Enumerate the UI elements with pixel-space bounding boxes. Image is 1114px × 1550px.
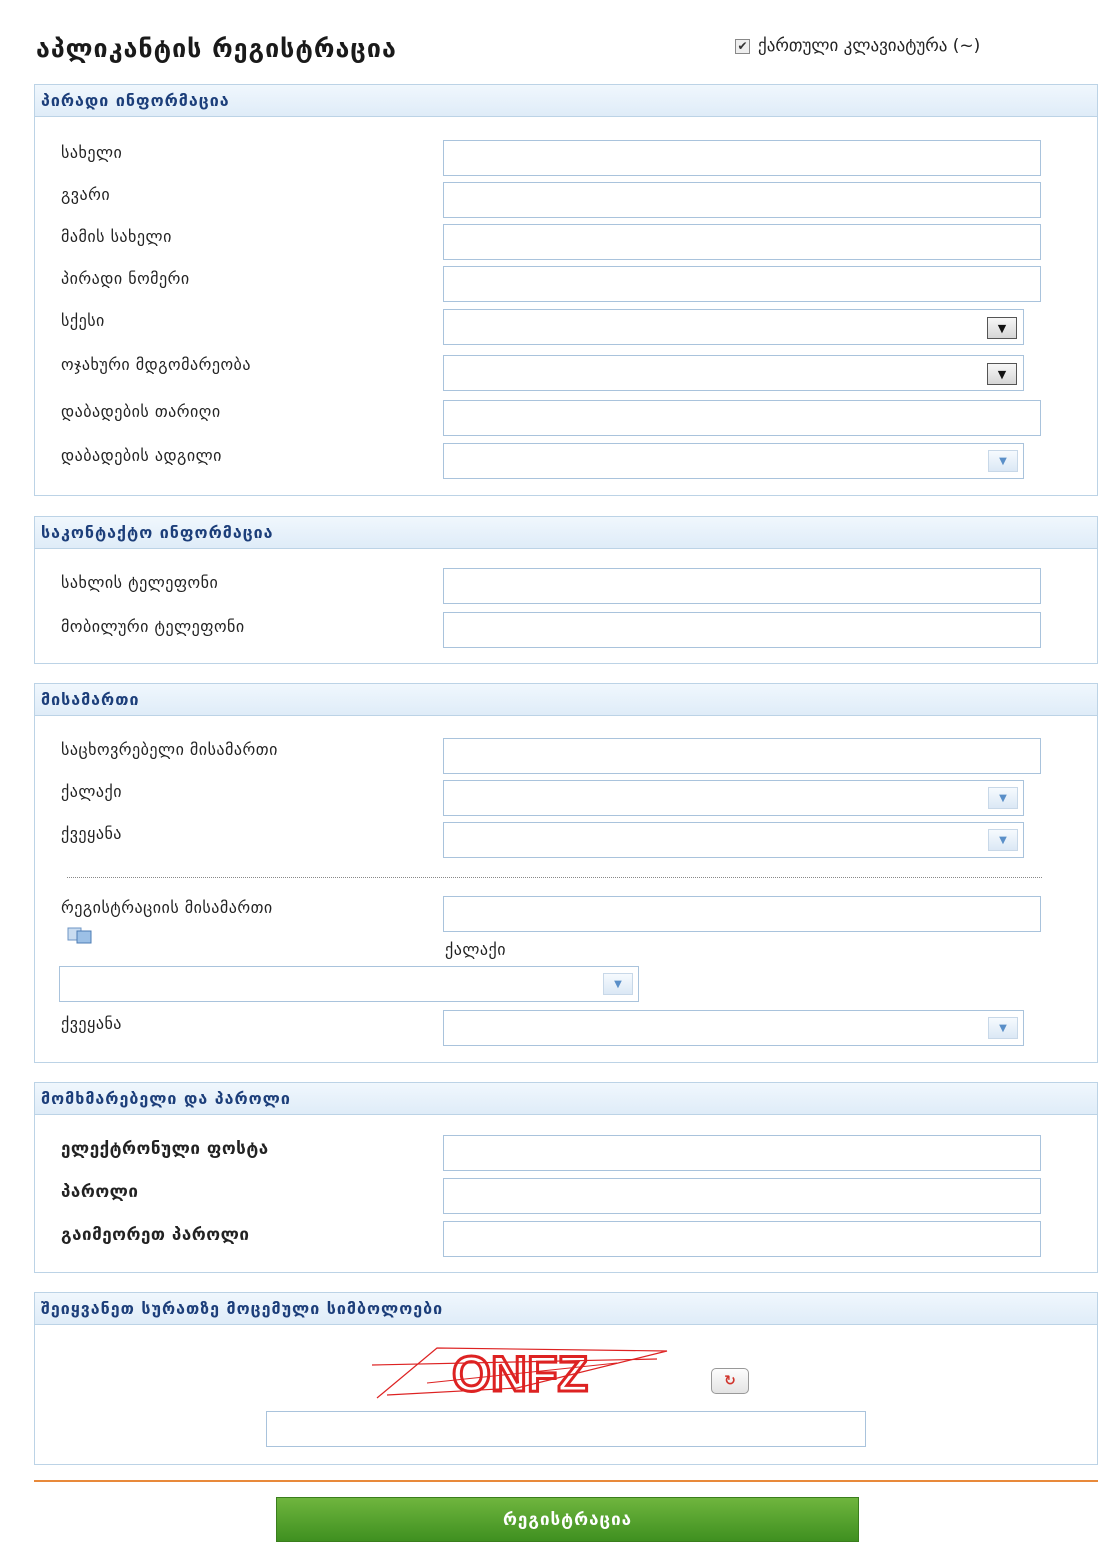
section-header-account: მომხმარებელი და პაროლი	[35, 1083, 1097, 1115]
home-phone-input[interactable]	[443, 568, 1041, 604]
mobile-phone-input[interactable]	[443, 612, 1041, 648]
label-country: ქვეყანა	[61, 824, 122, 843]
country-combo[interactable]: ▼	[443, 822, 1024, 858]
chevron-down-icon[interactable]: ▼	[988, 450, 1018, 472]
label-gender: სქესი	[61, 311, 105, 330]
refresh-icon: ↻	[724, 1373, 736, 1389]
registration-address-input[interactable]	[443, 896, 1041, 932]
label-reg-country: ქვეყანა	[61, 1014, 122, 1033]
footer-separator	[34, 1480, 1098, 1482]
label-father-name: მამის სახელი	[61, 227, 172, 246]
reg-country-combo[interactable]: ▼	[443, 1010, 1024, 1046]
chevron-down-icon[interactable]: ▼	[603, 973, 633, 995]
label-reg-city: ქალაქი	[445, 940, 506, 959]
label-first-name: სახელი	[61, 143, 123, 162]
marital-status-select[interactable]: ▼	[443, 355, 1024, 391]
label-home-phone: სახლის ტელეფონი	[61, 573, 219, 592]
chevron-down-icon[interactable]: ▼	[987, 317, 1017, 339]
captcha-refresh-button[interactable]: ↻	[711, 1368, 749, 1394]
label-registration-address: რეგისტრაციის მისამართი	[61, 898, 273, 917]
svg-text:ONFZ: ONFZ	[452, 1346, 588, 1402]
keyboard-checkbox[interactable]: ✔	[735, 38, 750, 54]
city-combo[interactable]: ▼	[443, 780, 1024, 816]
label-mobile-phone: მობილური ტელეფონი	[61, 617, 245, 636]
copy-address-icon[interactable]	[67, 926, 93, 944]
birth-place-combo[interactable]: ▼	[443, 443, 1024, 479]
email-input[interactable]	[443, 1135, 1041, 1171]
label-password-repeat: გაიმეორეთ პაროლი	[61, 1225, 250, 1245]
label-birth-place: დაბადების ადგილი	[61, 446, 222, 465]
label-city: ქალაქი	[61, 782, 122, 801]
captcha-image: ONFZ	[371, 1345, 668, 1404]
register-button[interactable]: რეგისტრაცია	[276, 1497, 859, 1542]
label-last-name: გვარი	[61, 185, 111, 204]
gender-select[interactable]: ▼	[443, 309, 1024, 345]
password-input[interactable]	[443, 1178, 1041, 1214]
section-header-contact: საკონტაქტო ინფორმაცია	[35, 517, 1097, 549]
account-section: მომხმარებელი და პაროლი ელექტრონული ფოსტა…	[34, 1082, 1098, 1273]
captcha-input[interactable]	[266, 1411, 866, 1447]
label-password: პაროლი	[61, 1182, 139, 1202]
reg-city-combo[interactable]: ▼	[59, 966, 639, 1002]
captcha-section: შეიყვანეთ სურათზე მოცემული სიმბოლოები ON…	[34, 1292, 1098, 1465]
residential-address-input[interactable]	[443, 738, 1041, 774]
last-name-input[interactable]	[443, 182, 1041, 218]
section-header-captcha: შეიყვანეთ სურათზე მოცემული სიმბოლოები	[35, 1293, 1097, 1325]
label-marital-status: ოჯახური მდგომარეობა	[61, 355, 251, 374]
address-section: მისამართი საცხოვრებელი მისამართი ქალაქი …	[34, 683, 1098, 1063]
chevron-down-icon[interactable]: ▼	[988, 829, 1018, 851]
keyboard-toggle-label: ქართული კლავიატურა (~)	[758, 36, 981, 56]
first-name-input[interactable]	[443, 140, 1041, 176]
password-repeat-input[interactable]	[443, 1221, 1041, 1257]
section-header-address: მისამართი	[35, 684, 1097, 716]
chevron-down-icon[interactable]: ▼	[988, 787, 1018, 809]
chevron-down-icon[interactable]: ▼	[988, 1017, 1018, 1039]
contact-info-section: საკონტაქტო ინფორმაცია სახლის ტელეფონი მო…	[34, 516, 1098, 664]
address-divider	[67, 877, 1042, 878]
label-email: ელექტრონული ფოსტა	[61, 1139, 269, 1159]
chevron-down-icon[interactable]: ▼	[987, 363, 1017, 385]
personal-number-input[interactable]	[443, 266, 1041, 302]
label-personal-number: პირადი ნომერი	[61, 269, 190, 288]
keyboard-toggle[interactable]: ✔ ქართული კლავიატურა (~)	[735, 36, 980, 56]
birth-date-input[interactable]	[443, 400, 1041, 436]
label-residential-address: საცხოვრებელი მისამართი	[61, 740, 278, 759]
section-header-personal: პირადი ინფორმაცია	[35, 85, 1097, 117]
personal-info-section: პირადი ინფორმაცია სახელი გვარი მამის სახ…	[34, 84, 1098, 496]
father-name-input[interactable]	[443, 224, 1041, 260]
label-birth-date: დაბადების თარიღი	[61, 402, 221, 421]
page-title: აპლიკანტის რეგისტრაცია	[36, 34, 397, 63]
